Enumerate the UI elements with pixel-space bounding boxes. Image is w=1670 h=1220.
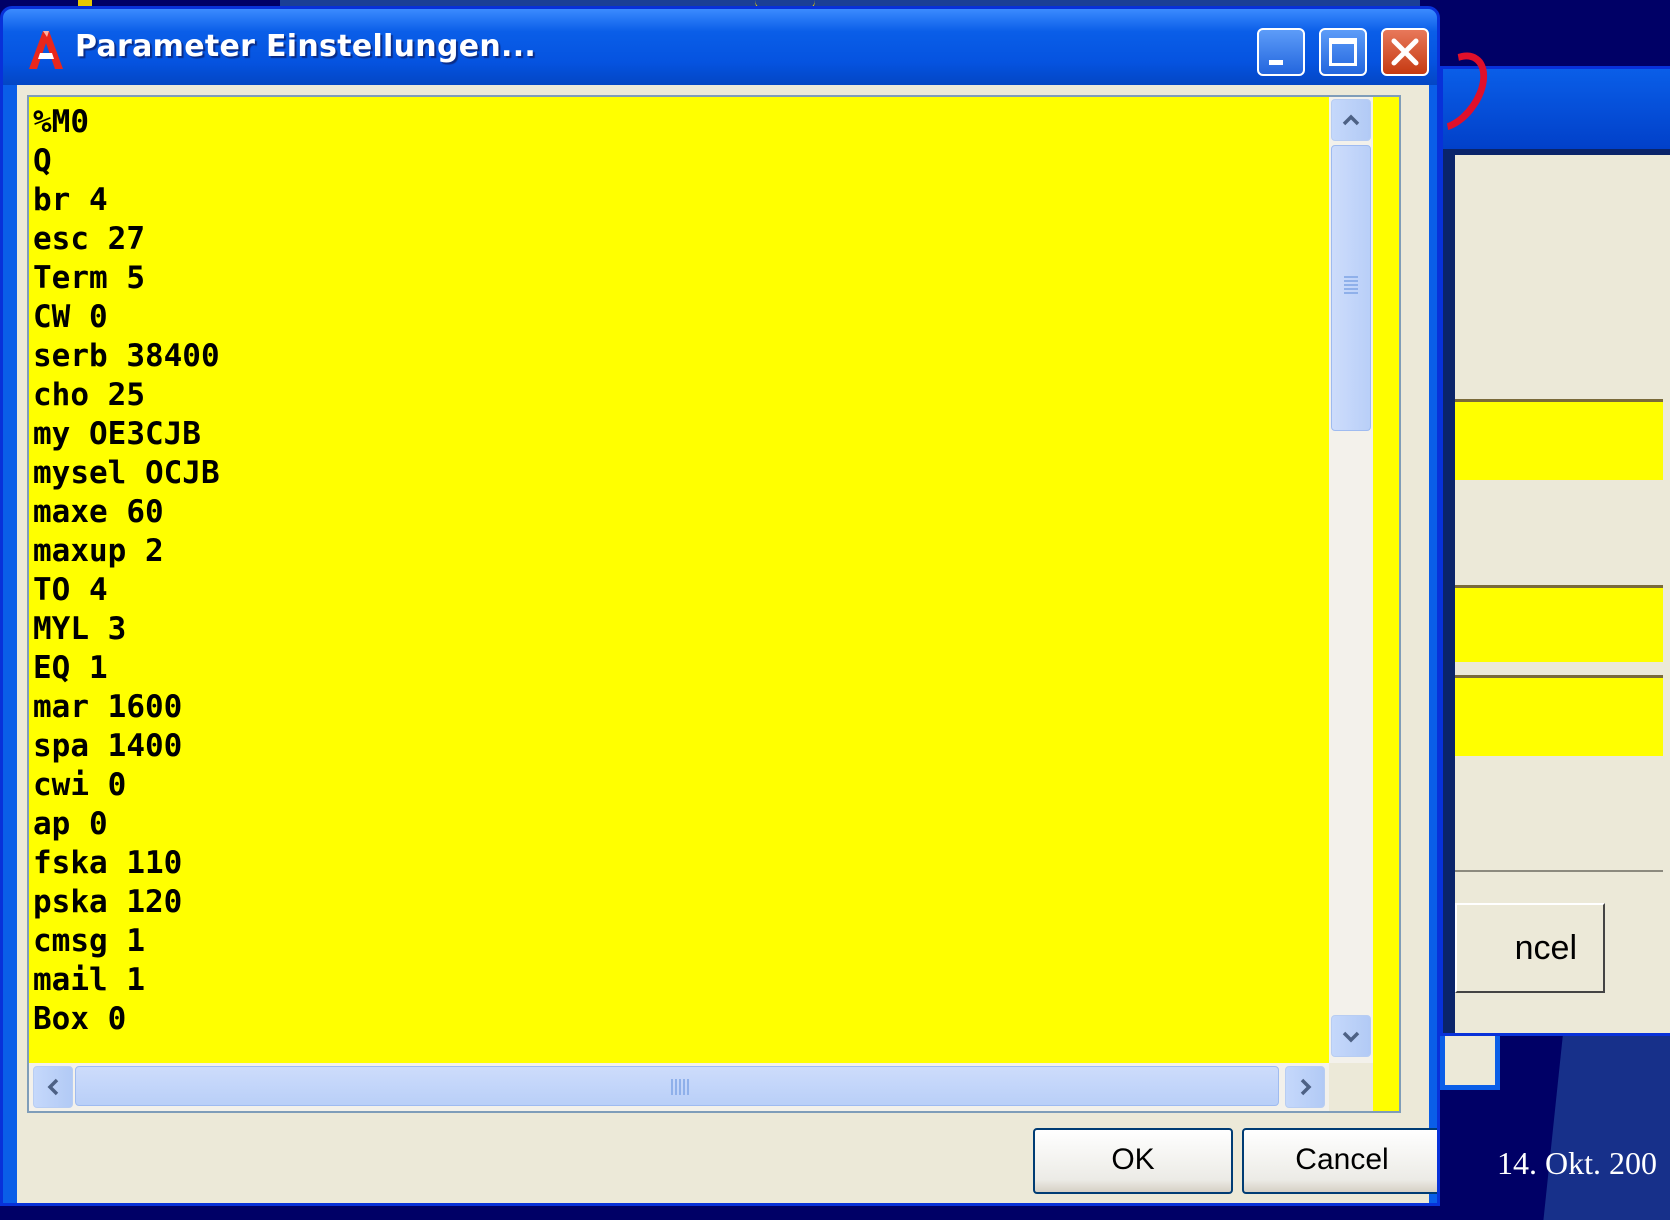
- scroll-left-button[interactable]: [33, 1066, 73, 1108]
- parameter-line[interactable]: spa 1400: [33, 727, 1329, 766]
- parameter-line[interactable]: mail 1: [33, 961, 1329, 1000]
- chevron-down-icon: [1342, 1031, 1360, 1043]
- chevron-right-icon: [1300, 1078, 1312, 1096]
- minimize-button[interactable]: [1257, 28, 1305, 76]
- parameter-line[interactable]: pska 120: [33, 883, 1329, 922]
- background-window-body: ncel: [1455, 155, 1670, 1033]
- horizontal-scrollbar[interactable]: [29, 1063, 1329, 1111]
- maximize-icon: [1329, 38, 1357, 66]
- chevron-up-icon: [1342, 114, 1360, 126]
- slide-date: 14. Okt. 200: [1497, 1145, 1657, 1181]
- dialog-client-area: %M0 Qbr 4 esc 27 Term 5 CW 0 serb 38400 cho 25…: [17, 85, 1437, 1203]
- grip-icon: [671, 1079, 691, 1095]
- autocad-a-icon: [29, 31, 63, 69]
- parameter-line[interactable]: mysel OCJB: [33, 454, 1329, 493]
- parameter-line[interactable]: my OE3CJB: [33, 415, 1329, 454]
- parameter-line[interactable]: fska 110: [33, 844, 1329, 883]
- background-window: ncel: [1440, 66, 1670, 1036]
- parameter-dialog: Parameter Einstellungen... %M0 Qbr 4 esc 2…: [0, 6, 1440, 1206]
- background-input-field[interactable]: [1455, 675, 1663, 756]
- parameter-line[interactable]: Box 0: [33, 1000, 1329, 1039]
- maximize-button[interactable]: [1319, 28, 1367, 76]
- titlebar[interactable]: Parameter Einstellungen...: [3, 9, 1437, 85]
- parameter-line[interactable]: cwi 0: [33, 766, 1329, 805]
- background-input-field[interactable]: [1455, 585, 1663, 662]
- scrollbar-corner: [1329, 1063, 1373, 1111]
- parameter-line[interactable]: maxe 60: [33, 493, 1329, 532]
- scroll-down-button[interactable]: [1331, 1015, 1371, 1057]
- parameter-line[interactable]: esc 27: [33, 220, 1329, 259]
- parameter-line[interactable]: mar 1600: [33, 688, 1329, 727]
- chevron-left-icon: [47, 1078, 59, 1096]
- parameter-editor[interactable]: %M0 Qbr 4 esc 27 Term 5 CW 0 serb 38400 cho 25…: [27, 95, 1401, 1113]
- background-control: [1440, 1030, 1500, 1090]
- parameter-line[interactable]: br 4: [33, 181, 1329, 220]
- parameter-line[interactable]: ap 0: [33, 805, 1329, 844]
- parameter-line[interactable]: cho 25: [33, 376, 1329, 415]
- separator: [1455, 870, 1663, 872]
- scroll-up-button[interactable]: [1331, 99, 1371, 141]
- background-cancel-button[interactable]: ncel: [1455, 903, 1605, 993]
- minimize-icon: [1269, 60, 1283, 65]
- parameter-line[interactable]: CW 0: [33, 298, 1329, 337]
- parameter-line[interactable]: %M0: [33, 103, 1329, 142]
- parameter-line[interactable]: MYL 3: [33, 610, 1329, 649]
- cancel-button[interactable]: Cancel: [1242, 1128, 1437, 1194]
- parameter-line[interactable]: maxup 2: [33, 532, 1329, 571]
- window-title: Parameter Einstellungen...: [75, 29, 537, 64]
- parameter-line[interactable]: serb 38400: [33, 337, 1329, 376]
- scroll-right-button[interactable]: [1285, 1066, 1325, 1108]
- vertical-scrollbar[interactable]: [1329, 97, 1373, 1063]
- vertical-scroll-thumb[interactable]: [1331, 145, 1371, 431]
- background-input-field[interactable]: [1455, 399, 1663, 480]
- parameter-line[interactable]: Term 5: [33, 259, 1329, 298]
- horizontal-scroll-thumb[interactable]: [75, 1066, 1279, 1106]
- parameter-line[interactable]: cmsg 1: [33, 922, 1329, 961]
- close-button[interactable]: [1381, 28, 1429, 76]
- grip-icon: [1344, 276, 1358, 296]
- parameter-text-area[interactable]: %M0 Qbr 4 esc 27 Term 5 CW 0 serb 38400 cho 25…: [29, 97, 1329, 1063]
- parameter-line[interactable]: Q: [33, 142, 1329, 181]
- parameter-line[interactable]: TO 4: [33, 571, 1329, 610]
- close-icon: [1391, 38, 1419, 66]
- parameter-line[interactable]: EQ 1: [33, 649, 1329, 688]
- ok-button[interactable]: OK: [1033, 1128, 1233, 1194]
